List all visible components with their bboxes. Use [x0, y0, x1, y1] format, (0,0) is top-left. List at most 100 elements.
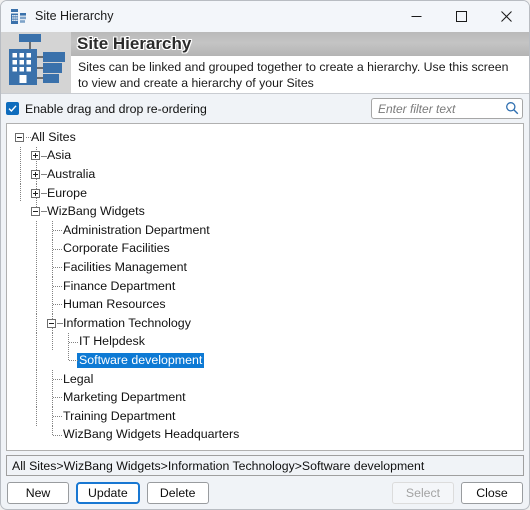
tree-guide: [29, 313, 45, 333]
tree-node-connector: [29, 183, 47, 203]
tree-guide: [29, 369, 45, 389]
header-content: Site Hierarchy Sites can be linked and g…: [71, 32, 529, 93]
tree-node-label: Software development: [77, 352, 205, 368]
close-button[interactable]: [484, 1, 529, 32]
tree-node-label: Europe: [47, 185, 87, 200]
collapse-icon[interactable]: [15, 132, 24, 142]
collapse-icon[interactable]: [31, 207, 40, 217]
select-button: Select: [392, 481, 454, 504]
page-title: Site Hierarchy: [77, 34, 192, 53]
tree-node[interactable]: IT Helpdesk: [13, 332, 523, 352]
tree-guide: [13, 183, 29, 203]
expand-icon[interactable]: [31, 169, 40, 179]
new-button[interactable]: New: [7, 481, 69, 504]
tree-guide: [13, 370, 29, 389]
site-hierarchy-icon: [10, 8, 27, 25]
tree-guide: [13, 407, 29, 426]
tree-guide: [29, 388, 45, 407]
expand-icon[interactable]: [31, 151, 40, 161]
header-description: Sites can be linked and grouped together…: [71, 56, 529, 93]
window-title: Site Hierarchy: [35, 9, 114, 23]
tree-node-label: Facilities Management: [63, 259, 187, 274]
tree-node-connector: [45, 425, 62, 445]
tree-guide: [29, 239, 45, 259]
title-bar: Site Hierarchy: [1, 1, 529, 32]
tree-node-connector: [29, 146, 47, 166]
selected-path-bar: All Sites>WizBang Widgets>Information Te…: [6, 455, 524, 476]
tree-node[interactable]: Human Resources: [13, 295, 523, 314]
tree-node-label: IT Helpdesk: [79, 334, 145, 349]
tree-guide: [13, 202, 29, 221]
tree-node-connector: [61, 351, 78, 370]
tree-node-connector: [61, 332, 78, 352]
tree-node[interactable]: WizBang Widgets: [13, 202, 523, 221]
tree-guide: [29, 351, 45, 370]
tree-guide: [29, 332, 45, 352]
tree-node-label: WizBang Widgets: [47, 204, 145, 219]
tree-guide: [13, 314, 29, 333]
tree-node-connector: [45, 369, 62, 389]
tree-guide: [13, 165, 29, 184]
tree-node-connector: [13, 128, 31, 147]
tree-node-label: Administration Department: [63, 222, 210, 237]
tree-node-connector: [45, 258, 62, 277]
close-button-footer[interactable]: Close: [461, 481, 523, 504]
tree-node-label: Legal: [63, 371, 94, 386]
tree-guide: [13, 146, 29, 166]
tree-node-label: Corporate Facilities: [63, 241, 170, 256]
tree-guide: [45, 332, 61, 352]
tree-node[interactable]: Finance Department: [13, 276, 523, 296]
tree-guide: [29, 406, 45, 426]
tree-nodes: All Sites Asia Australia Europe WizBang Widg…: [7, 124, 523, 448]
tree-node-label: Training Department: [63, 408, 176, 423]
tree-node[interactable]: Legal: [13, 369, 523, 389]
tree-node[interactable]: Australia: [13, 165, 523, 184]
minimize-button[interactable]: [394, 1, 439, 32]
options-row: Enable drag and drop re-ordering: [1, 94, 529, 123]
tree-node[interactable]: Marketing Department: [13, 388, 523, 407]
tree-node-connector: [29, 165, 47, 184]
tree-node-connector: [45, 406, 62, 426]
tree-guide: [13, 388, 29, 407]
tree-node-connector: [29, 202, 47, 221]
tree-node-label: All Sites: [31, 129, 76, 144]
enable-dragdrop-checkbox[interactable]: Enable drag and drop re-ordering: [6, 102, 371, 116]
tree-node-label: Asia: [47, 148, 72, 163]
tree-node[interactable]: Corporate Facilities: [13, 239, 523, 259]
tree-node-connector: [45, 276, 62, 296]
update-button[interactable]: Update: [76, 481, 140, 504]
tree-node[interactable]: Information Technology: [13, 313, 523, 333]
selected-path-text: All Sites>WizBang Widgets>Information Te…: [12, 458, 425, 473]
site-hierarchy-window: Site Hierarchy Site Hierarchy Sites can …: [0, 0, 530, 510]
building-hierarchy-icon: [6, 33, 66, 92]
tree-node-label: Human Resources: [63, 297, 166, 312]
tree-node-label: WizBang Widgets Headquarters: [63, 427, 240, 442]
tree-node-label: Information Technology: [63, 315, 191, 330]
collapse-icon[interactable]: [47, 318, 56, 328]
tree-node[interactable]: Facilities Management: [13, 258, 523, 277]
tree-node-connector: [45, 388, 62, 407]
filter-field-wrap: [371, 98, 523, 119]
tree-node[interactable]: Software development: [13, 351, 523, 370]
tree-guide: [13, 333, 29, 352]
tree-node[interactable]: Europe: [13, 183, 523, 203]
site-hierarchy-tree[interactable]: All Sites Asia Australia Europe WizBang Widg…: [6, 123, 524, 451]
tree-node-label: Finance Department: [63, 278, 176, 293]
filter-input[interactable]: [371, 98, 523, 119]
maximize-button[interactable]: [439, 1, 484, 32]
checkbox-check-icon[interactable]: [6, 102, 19, 115]
tree-guide: [29, 276, 45, 296]
tree-guide: [29, 220, 45, 240]
tree-node[interactable]: Administration Department: [13, 220, 523, 240]
expand-icon[interactable]: [31, 188, 40, 198]
tree-node-connector: [45, 220, 62, 240]
tree-node[interactable]: Training Department: [13, 406, 523, 426]
delete-button[interactable]: Delete: [146, 481, 209, 504]
tree-node-connector: [45, 239, 62, 259]
tree-guide: [45, 351, 61, 370]
tree-guide: [13, 240, 29, 259]
tree-node[interactable]: All Sites: [13, 128, 523, 147]
header-title-band: Site Hierarchy: [71, 32, 529, 56]
tree-node[interactable]: WizBang Widgets Headquarters: [13, 425, 523, 445]
tree-node[interactable]: Asia: [13, 146, 523, 166]
